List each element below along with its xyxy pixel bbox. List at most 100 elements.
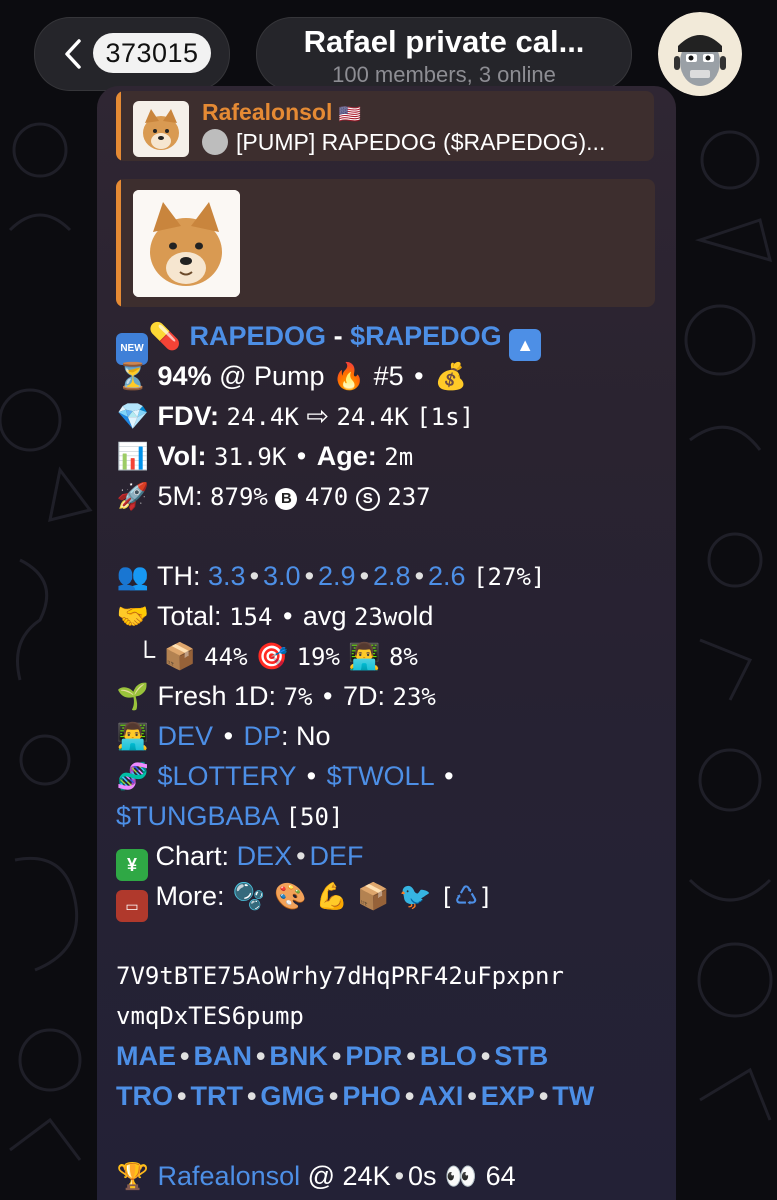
platform-link[interactable]: BLO <box>420 1041 477 1071</box>
handshake-icon: 🤝 <box>116 601 150 631</box>
dot-separator: • <box>394 1161 405 1191</box>
rocket-icon: 🚀 <box>116 481 150 511</box>
avg-value: 23w <box>353 603 398 631</box>
chart-line: ¥ Chart: DEX • DEF <box>116 836 676 881</box>
th-label: TH: <box>157 561 201 591</box>
contract-address-line-1[interactable]: 7V9tBTE75AoWrhy7dHqPRF42uFpxpnr <box>116 956 676 996</box>
bracket-close: ] <box>478 883 493 911</box>
chat-title: Rafael private cal... <box>303 24 585 59</box>
media-preview[interactable] <box>116 179 655 307</box>
token-image[interactable] <box>133 190 240 297</box>
coin-icon <box>202 129 228 155</box>
chart-label: Chart: <box>155 841 230 871</box>
dev-link[interactable]: DEV <box>158 721 214 751</box>
dot-separator: • <box>444 761 454 791</box>
contract-address-line-2[interactable]: vmqDxTES6pump <box>116 996 676 1036</box>
package-icon[interactable]: 📦 <box>357 876 391 916</box>
platform-link[interactable]: PHO <box>342 1081 401 1111</box>
dp-link[interactable]: DP <box>244 721 282 751</box>
bubbles-icon[interactable]: 🫧 <box>232 876 266 916</box>
dot-separator: • <box>282 601 293 631</box>
platform-link[interactable]: GMG <box>260 1081 325 1111</box>
trophy-icon: 🏆 <box>116 1161 150 1191</box>
platform-link[interactable]: BAN <box>193 1041 252 1071</box>
platform-link[interactable]: PDR <box>345 1041 402 1071</box>
fdv-line: 💎 FDV: 24.4K ⇨ 24.4K [1s] <box>116 396 676 436</box>
chat-subtitle: 100 members, 3 online <box>332 62 556 87</box>
related-token-link[interactable]: $TUNGBABA <box>116 801 278 831</box>
bracket-open: [ <box>439 883 455 911</box>
vol-value: 31.9K <box>214 443 287 471</box>
platform-link[interactable]: TRT <box>190 1081 242 1111</box>
th-value-link[interactable]: 2.8 <box>373 561 411 591</box>
dev-line: 👨‍💻 DEV • DP: No <box>116 716 676 756</box>
platform-link[interactable]: EXP <box>481 1081 535 1111</box>
seedling-icon: 🌱 <box>116 681 150 711</box>
up-arrow-icon[interactable]: ▲ <box>509 329 542 361</box>
dot-separator: • <box>306 761 317 791</box>
reply-quote[interactable]: Rafealonsol 🇺🇸 [PUMP] RAPEDOG ($RAPEDOG)… <box>116 91 654 161</box>
five-min-label: 5M: <box>157 481 203 511</box>
reply-text: [PUMP] RAPEDOG ($RAPEDOG)... <box>202 129 605 156</box>
platform-link[interactable]: BNK <box>269 1041 328 1071</box>
five-min-line: 🚀 5M: 879% B 470 S 237 <box>116 476 676 516</box>
fresh-7d-label: 7D: <box>342 681 385 711</box>
unread-count-badge: 373015 <box>93 33 211 73</box>
call-time: 0s <box>408 1161 437 1191</box>
related-token-link[interactable]: $LOTTERY <box>158 761 297 791</box>
dot-separator: • <box>296 441 307 471</box>
sells-icon: S <box>355 487 380 511</box>
token-ticker-link[interactable]: $RAPEDOG <box>350 321 502 351</box>
th-value-link[interactable]: 2.9 <box>318 561 356 591</box>
age-label: Age: <box>316 441 377 471</box>
reply-accent-bar <box>116 91 121 161</box>
call-mcap: @ 24K <box>307 1161 391 1191</box>
token-name-link[interactable]: RAPEDOG <box>190 321 327 351</box>
caller-line: 🏆 Rafealonsol @ 24K • 0s 👀 64 <box>116 1156 676 1196</box>
def-link[interactable]: DEF <box>310 841 364 871</box>
chat-avatar[interactable] <box>658 12 742 96</box>
chat-header[interactable]: Rafael private cal... 100 members, 3 onl… <box>256 17 632 91</box>
palette-icon[interactable]: 🎨 <box>274 876 308 916</box>
ape-avatar-icon <box>658 12 742 96</box>
back-button[interactable]: 373015 <box>34 17 230 91</box>
total-value: 154 <box>229 603 273 631</box>
platform-link[interactable]: AXI <box>418 1081 463 1111</box>
bonding-percent: 94% <box>157 361 212 391</box>
th-value-link[interactable]: 3.0 <box>263 561 301 591</box>
platform-link[interactable]: MAE <box>116 1041 176 1071</box>
message-body: NEW 💊 RAPEDOG - $RAPEDOG ▲ ⏳ 94% @ Pump 🔥… <box>116 316 676 1196</box>
fdv-to: 24.4K <box>336 403 409 431</box>
five-min-pct: 879% <box>210 483 268 511</box>
dex-link[interactable]: DEX <box>237 841 293 871</box>
avg-label: avg <box>302 601 347 631</box>
related-token-link[interactable]: $TWOLL <box>327 761 434 791</box>
pill-icon: 💊 <box>148 321 182 351</box>
shiba-dog-image <box>133 101 189 157</box>
fdv-age: [1s] <box>416 403 475 431</box>
people-icon: 👥 <box>116 561 150 591</box>
th-value-link[interactable]: 2.6 <box>428 561 466 591</box>
vol-label: Vol: <box>157 441 207 471</box>
related-count: [50] <box>285 803 344 831</box>
platform-link[interactable]: TW <box>552 1081 594 1111</box>
platform-link[interactable]: TRO <box>116 1081 173 1111</box>
package-icon: 📦 <box>163 641 196 671</box>
platform-links-row-2: TRO • TRT • GMG • PHO • AXI • EXP • TW <box>116 1081 595 1111</box>
th-percent: [27%] <box>473 563 546 591</box>
th-value-link[interactable]: 3.3 <box>208 561 246 591</box>
more-line: ▭ More: 🫧 🎨 💪 📦 🐦 [♺] <box>116 876 676 922</box>
dot-separator: • <box>296 841 306 871</box>
dp-value: : No <box>281 721 331 751</box>
bird-icon[interactable]: 🐦 <box>398 876 432 916</box>
caller-link[interactable]: Rafealonsol <box>158 1161 301 1191</box>
fdv-from: 24.4K <box>226 403 299 431</box>
muscle-icon[interactable]: 💪 <box>315 876 349 916</box>
platform-link[interactable]: STB <box>494 1041 548 1071</box>
buys-icon: B <box>275 488 298 510</box>
recycle-icon[interactable]: ♺ <box>454 881 478 911</box>
eyes-icon: 👀 <box>444 1161 478 1191</box>
holder-breakdown-line: └ 📦 44% 🎯 19% 👨‍💻 8% <box>116 636 676 676</box>
